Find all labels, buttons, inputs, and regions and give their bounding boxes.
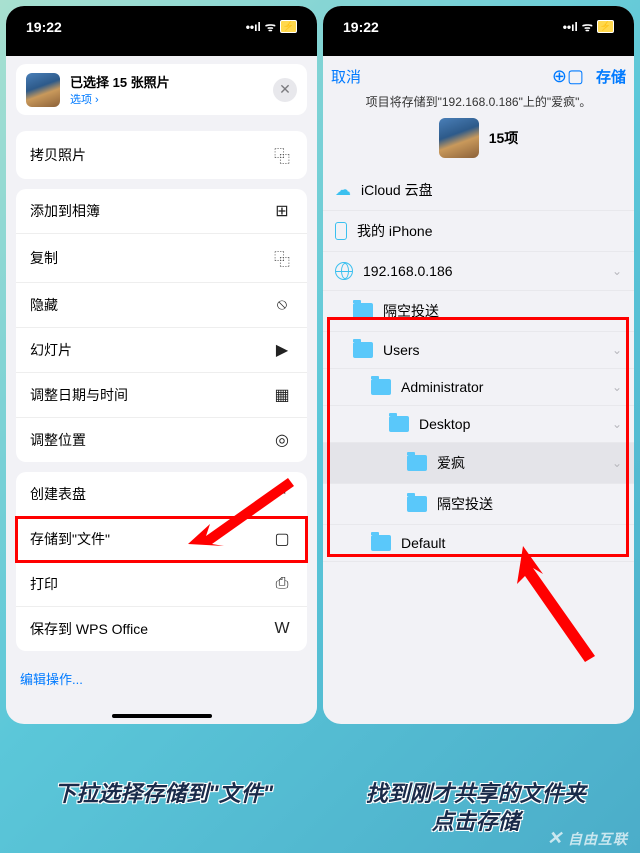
- location-network[interactable]: 192.168.0.186 ⌄: [323, 252, 634, 291]
- status-bar-bg: 19:22 ••ılᯤ⚡: [323, 6, 634, 56]
- location-default[interactable]: Default: [323, 525, 634, 562]
- location-users[interactable]: Users ⌄: [323, 332, 634, 369]
- action-save-wps[interactable]: 保存到 WPS Office W: [16, 607, 307, 651]
- folder-icon: [371, 535, 391, 551]
- selection-thumbnail: [26, 73, 60, 107]
- location-label: 爱疯: [437, 453, 465, 473]
- action-label: 隐藏: [30, 295, 58, 315]
- location-desktop[interactable]: Desktop ⌄: [323, 406, 634, 443]
- location-icloud[interactable]: ☁ iCloud 云盘: [323, 170, 634, 211]
- folder-icon: [407, 455, 427, 471]
- location-label: 隔空投送: [437, 494, 493, 514]
- location-label: Administrator: [401, 379, 483, 395]
- left-panel: 19:22 ••ılᯤ⚡ 已选择 15 张照片 选项 › ✕ 拷贝照片 ⿻: [6, 6, 317, 724]
- action-slideshow[interactable]: 幻灯片 ▶: [16, 328, 307, 373]
- hide-icon: ⦸: [271, 296, 293, 314]
- calendar-icon: ▦: [271, 385, 293, 405]
- cancel-button[interactable]: 取消: [331, 66, 361, 87]
- watch-icon: ◓: [271, 485, 293, 503]
- location-administrator[interactable]: Administrator ⌄: [323, 369, 634, 406]
- location-iphone[interactable]: 我的 iPhone: [323, 211, 634, 252]
- play-icon: ▶: [271, 340, 293, 360]
- action-label: 保存到 WPS Office: [30, 619, 148, 639]
- action-create-watchface[interactable]: 创建表盘 ◓: [16, 472, 307, 517]
- folder-icon: [353, 342, 373, 358]
- action-adjust-date[interactable]: 调整日期与时间 ▦: [16, 373, 307, 418]
- save-description: 项目将存储到"192.168.0.186"上的"爱疯"。: [323, 93, 634, 118]
- location-label: 我的 iPhone: [357, 221, 432, 241]
- action-label: 添加到相簿: [30, 201, 100, 221]
- action-hide[interactable]: 隐藏 ⦸: [16, 283, 307, 328]
- right-panel: 19:22 ••ılᯤ⚡ 取消 ⊕▢ 存储 项目将存储到"192.168.0.1…: [323, 6, 634, 724]
- cloud-icon: ☁: [335, 180, 351, 200]
- folder-icon: ▢: [271, 529, 293, 549]
- chevron-down-icon: ⌄: [612, 456, 622, 470]
- arrow-annotation: [483, 546, 603, 671]
- caption-left: 下拉选择存储到"文件": [54, 780, 273, 835]
- location-airdrop-inner[interactable]: 隔空投送: [323, 484, 634, 525]
- action-duplicate[interactable]: 复制 ⿻: [16, 234, 307, 283]
- new-folder-icon[interactable]: ⊕▢: [552, 66, 584, 87]
- action-label: 创建表盘: [30, 484, 86, 504]
- edit-actions-link[interactable]: 编辑操作...: [16, 661, 307, 708]
- selection-title: 已选择 15 张照片: [70, 72, 263, 91]
- folder-icon: [407, 496, 427, 512]
- chevron-down-icon: ⌄: [612, 380, 622, 394]
- iphone-icon: [335, 222, 347, 240]
- location-label: 隔空投送: [383, 301, 439, 321]
- watermark: ✕ 自由互联: [547, 828, 628, 849]
- status-icons: ••ılᯤ⚡: [246, 18, 297, 35]
- chevron-down-icon: ⌄: [612, 417, 622, 431]
- selection-header: 已选择 15 张照片 选项 › ✕: [16, 64, 307, 115]
- action-label: 拷贝照片: [30, 145, 86, 165]
- captions: 下拉选择存储到"文件" 找到刚才共享的文件夹 点击存储: [0, 780, 640, 835]
- action-copy-photos[interactable]: 拷贝照片 ⿻: [16, 131, 307, 179]
- wps-icon: W: [271, 620, 293, 638]
- selection-preview: 15项: [323, 118, 634, 158]
- folder-icon: [353, 303, 373, 319]
- home-indicator: [112, 714, 212, 718]
- save-button[interactable]: 存储: [596, 66, 626, 87]
- location-aifeng[interactable]: 爱疯 ⌄: [323, 443, 634, 484]
- copy-icon: ⿻: [271, 143, 293, 167]
- folder-icon: [371, 379, 391, 395]
- action-label: 打印: [30, 574, 58, 594]
- action-add-album[interactable]: 添加到相簿 ⊞: [16, 189, 307, 234]
- folder-icon: [389, 416, 409, 432]
- location-airdrop[interactable]: 隔空投送: [323, 291, 634, 332]
- location-icon: ◎: [271, 430, 293, 450]
- action-label: 存储到"文件": [30, 529, 110, 549]
- action-label: 调整位置: [30, 430, 86, 450]
- close-button[interactable]: ✕: [273, 78, 297, 102]
- caption-right: 找到刚才共享的文件夹 点击存储: [366, 780, 586, 835]
- chevron-down-icon: ⌄: [612, 264, 622, 278]
- location-label: Desktop: [419, 416, 470, 432]
- action-label: 复制: [30, 248, 58, 268]
- action-save-to-files[interactable]: 存储到"文件" ▢: [16, 517, 307, 562]
- location-label: iCloud 云盘: [361, 180, 433, 200]
- duplicate-icon: ⿻: [271, 246, 293, 270]
- globe-icon: [335, 262, 353, 280]
- status-time: 19:22: [26, 19, 62, 35]
- item-count: 15项: [489, 128, 519, 148]
- location-label: Default: [401, 535, 445, 551]
- location-label: Users: [383, 342, 420, 358]
- preview-thumbnail: [439, 118, 479, 158]
- action-label: 调整日期与时间: [30, 385, 128, 405]
- status-time: 19:22: [343, 19, 379, 35]
- status-bar-bg: 19:22 ••ılᯤ⚡: [6, 6, 317, 56]
- action-adjust-location[interactable]: 调整位置 ◎: [16, 418, 307, 462]
- status-icons: ••ılᯤ⚡: [563, 18, 614, 35]
- action-print[interactable]: 打印 ⎙: [16, 562, 307, 607]
- location-label: 192.168.0.186: [363, 263, 453, 279]
- album-icon: ⊞: [271, 201, 293, 221]
- chevron-down-icon: ⌄: [612, 343, 622, 357]
- print-icon: ⎙: [271, 575, 293, 593]
- action-label: 幻灯片: [30, 340, 72, 360]
- options-link[interactable]: 选项 ›: [70, 91, 263, 107]
